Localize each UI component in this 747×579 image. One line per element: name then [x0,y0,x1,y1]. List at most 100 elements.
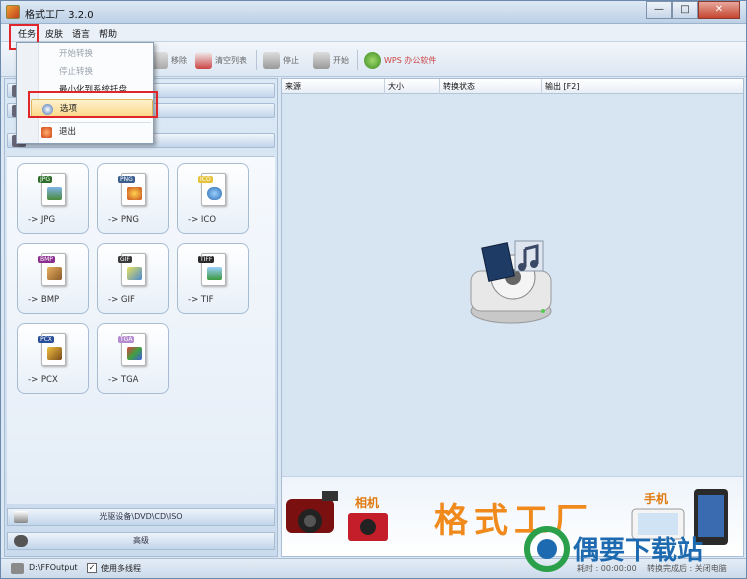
gears-icon [14,535,28,547]
stop-icon [263,51,280,69]
maximize-button[interactable]: □ [672,1,698,19]
wps-icon [364,51,381,69]
multithread-label: 使用多线程 [101,564,141,573]
column-source[interactable]: 来源 [285,81,301,92]
shapes-icon [127,347,142,360]
format-label: -> JPG [28,215,56,225]
column-output[interactable]: 输出 [F2] [545,81,579,92]
menu-item-label: 开始转换 [59,49,94,59]
remove-button[interactable]: 移除 [151,50,187,70]
ico-icon: ICO [198,173,226,206]
multithread-checkbox[interactable]: ✓ [87,563,97,573]
format-tag: ICO [198,176,213,183]
minimize-button[interactable]: — [646,1,672,19]
format-label: -> BMP [28,295,60,305]
format-jpg-button[interactable]: JPG -> JPG [17,163,89,234]
menu-start-convert[interactable]: 开始转换 [17,45,153,63]
app-logo-icon [6,5,20,19]
format-ico-button[interactable]: ICO -> ICO [177,163,249,234]
video-camera-icon [286,491,338,533]
menu-stop-convert[interactable]: 停止转换 [17,63,153,81]
menu-exit[interactable]: 退出 [17,123,153,141]
camera-icon [348,513,388,541]
png-icon: PNG [118,173,146,206]
phone-label: 手机 [644,491,668,506]
exit-icon [41,127,52,138]
gif-icon: GIF [118,253,146,286]
flower-icon [127,187,142,200]
format-label: -> PNG [108,215,139,225]
stop-label: 停止 [283,55,299,65]
format-tag: JPG [38,176,53,183]
window-controls: — □ ✕ [646,1,740,19]
menu-language[interactable]: 语言 [72,27,90,40]
jpg-icon: JPG [38,173,66,206]
watermark-text: 偶要下载站 [573,536,703,566]
format-label: -> PCX [28,375,58,385]
bmp-icon: BMP [38,253,66,286]
disc-drive-icon [14,511,28,523]
menu-help[interactable]: 帮助 [99,27,117,40]
category-label: 高级 [133,536,149,545]
remove-label: 移除 [171,55,187,65]
clear-list-icon [195,51,212,69]
output-folder-path[interactable]: D:\FFOutput [29,563,78,572]
tif-icon: TIFF [198,253,226,286]
format-tga-button[interactable]: TGA -> TGA [97,323,169,394]
category-label: 光驱设备\DVD\CD\ISO [99,512,183,521]
file-list-header: 来源 大小 转换状态 输出 [F2] [282,79,743,94]
category-advanced[interactable]: 高级 [7,532,275,550]
format-bmp-button[interactable]: BMP -> BMP [17,243,89,314]
left-panel: 频 频 图片 JPG -> JPG PNG -> PNG [4,78,278,557]
picture-icon [47,187,62,200]
app-window: 格式工厂 3.2.0 — □ ✕ 任务 皮肤 语言 帮助 移除 清空列表 停止 … [0,0,747,579]
format-tag: GIF [118,256,132,263]
info-icon [207,187,222,200]
format-label: -> TGA [108,375,139,385]
title-bar: 格式工厂 3.2.0 — □ ✕ [1,1,746,24]
picture-icon [127,267,142,280]
wps-label: WPS 办公软件 [384,55,437,65]
start-label: 开始 [333,55,349,65]
format-grid: JPG -> JPG PNG -> PNG ICO -> ICO BMP -> … [7,156,275,504]
watermark: 偶要下载站 [521,523,743,575]
picture-icon [47,267,62,280]
picture-icon [47,347,62,360]
annotation-box-options [28,91,158,118]
watermark-graphic: 偶要下载站 [524,526,703,572]
clear-list-button[interactable]: 清空列表 [195,50,247,70]
format-tag: PNG [118,176,135,183]
menu-skin[interactable]: 皮肤 [45,27,63,40]
format-label: -> GIF [108,295,135,305]
camera-label: 相机 [355,495,379,510]
toolbar-divider [357,50,358,70]
folder-icon[interactable] [11,563,24,574]
format-factory-logo-icon [470,240,552,324]
toolbar-divider [256,50,257,70]
close-button[interactable]: ✕ [698,1,740,19]
menu-bar: 任务 皮肤 语言 帮助 [1,24,746,42]
column-status[interactable]: 转换状态 [443,81,475,92]
format-tif-button[interactable]: TIFF -> TIF [177,243,249,314]
column-size[interactable]: 大小 [388,81,404,92]
wps-button[interactable]: WPS 办公软件 [364,50,436,70]
format-label: -> ICO [188,215,217,225]
category-optical-drive[interactable]: 光驱设备\DVD\CD\ISO [7,508,275,526]
format-pcx-button[interactable]: PCX -> PCX [17,323,89,394]
file-list-panel: 来源 大小 转换状态 输出 [F2] 相机 格式工厂 手机 [281,78,744,557]
window-title: 格式工厂 3.2.0 [25,10,94,21]
format-tag: BMP [38,256,55,263]
menu-item-label: 停止转换 [59,67,94,77]
format-gif-button[interactable]: GIF -> GIF [97,243,169,314]
start-button[interactable]: 开始 [313,50,349,70]
format-label: -> TIF [188,295,214,305]
clear-list-label: 清空列表 [215,55,247,65]
menu-item-label: 退出 [59,127,77,137]
format-tag: TIFF [198,256,215,263]
column-divider [439,79,440,94]
format-png-button[interactable]: PNG -> PNG [97,163,169,234]
format-tag: PCX [38,336,54,343]
tga-icon: TGA [118,333,146,366]
column-divider [541,79,542,94]
stop-button[interactable]: 停止 [263,50,299,70]
